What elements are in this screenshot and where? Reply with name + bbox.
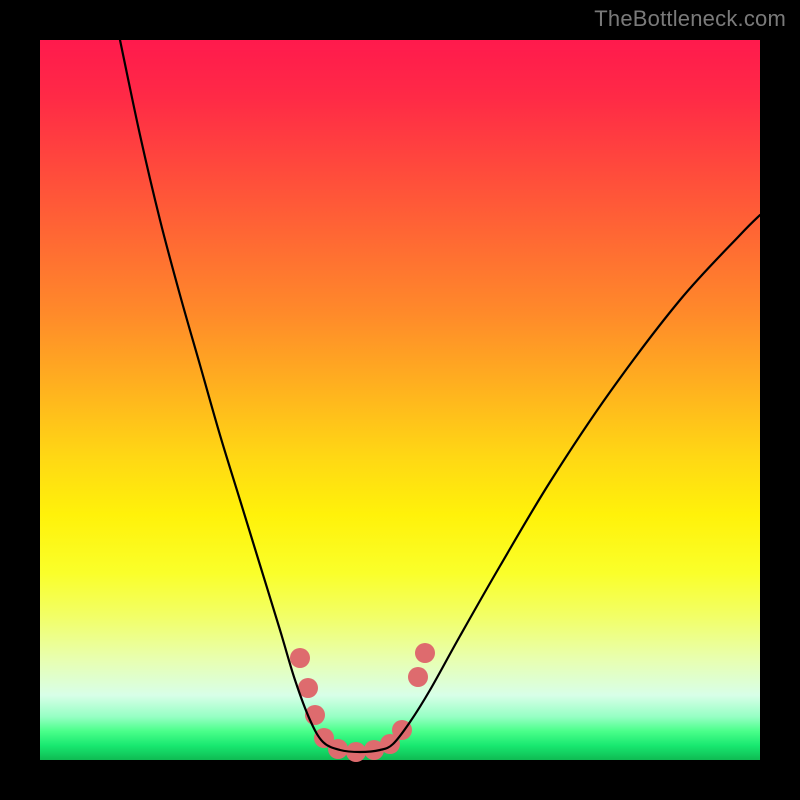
curve-svg xyxy=(40,40,760,760)
plot-area xyxy=(40,40,760,760)
curve-marker xyxy=(290,648,310,668)
bottleneck-curve xyxy=(120,40,760,752)
marker-group xyxy=(290,643,435,762)
watermark-text: TheBottleneck.com xyxy=(594,6,786,32)
curve-marker xyxy=(408,667,428,687)
curve-marker xyxy=(415,643,435,663)
chart-frame: TheBottleneck.com xyxy=(0,0,800,800)
